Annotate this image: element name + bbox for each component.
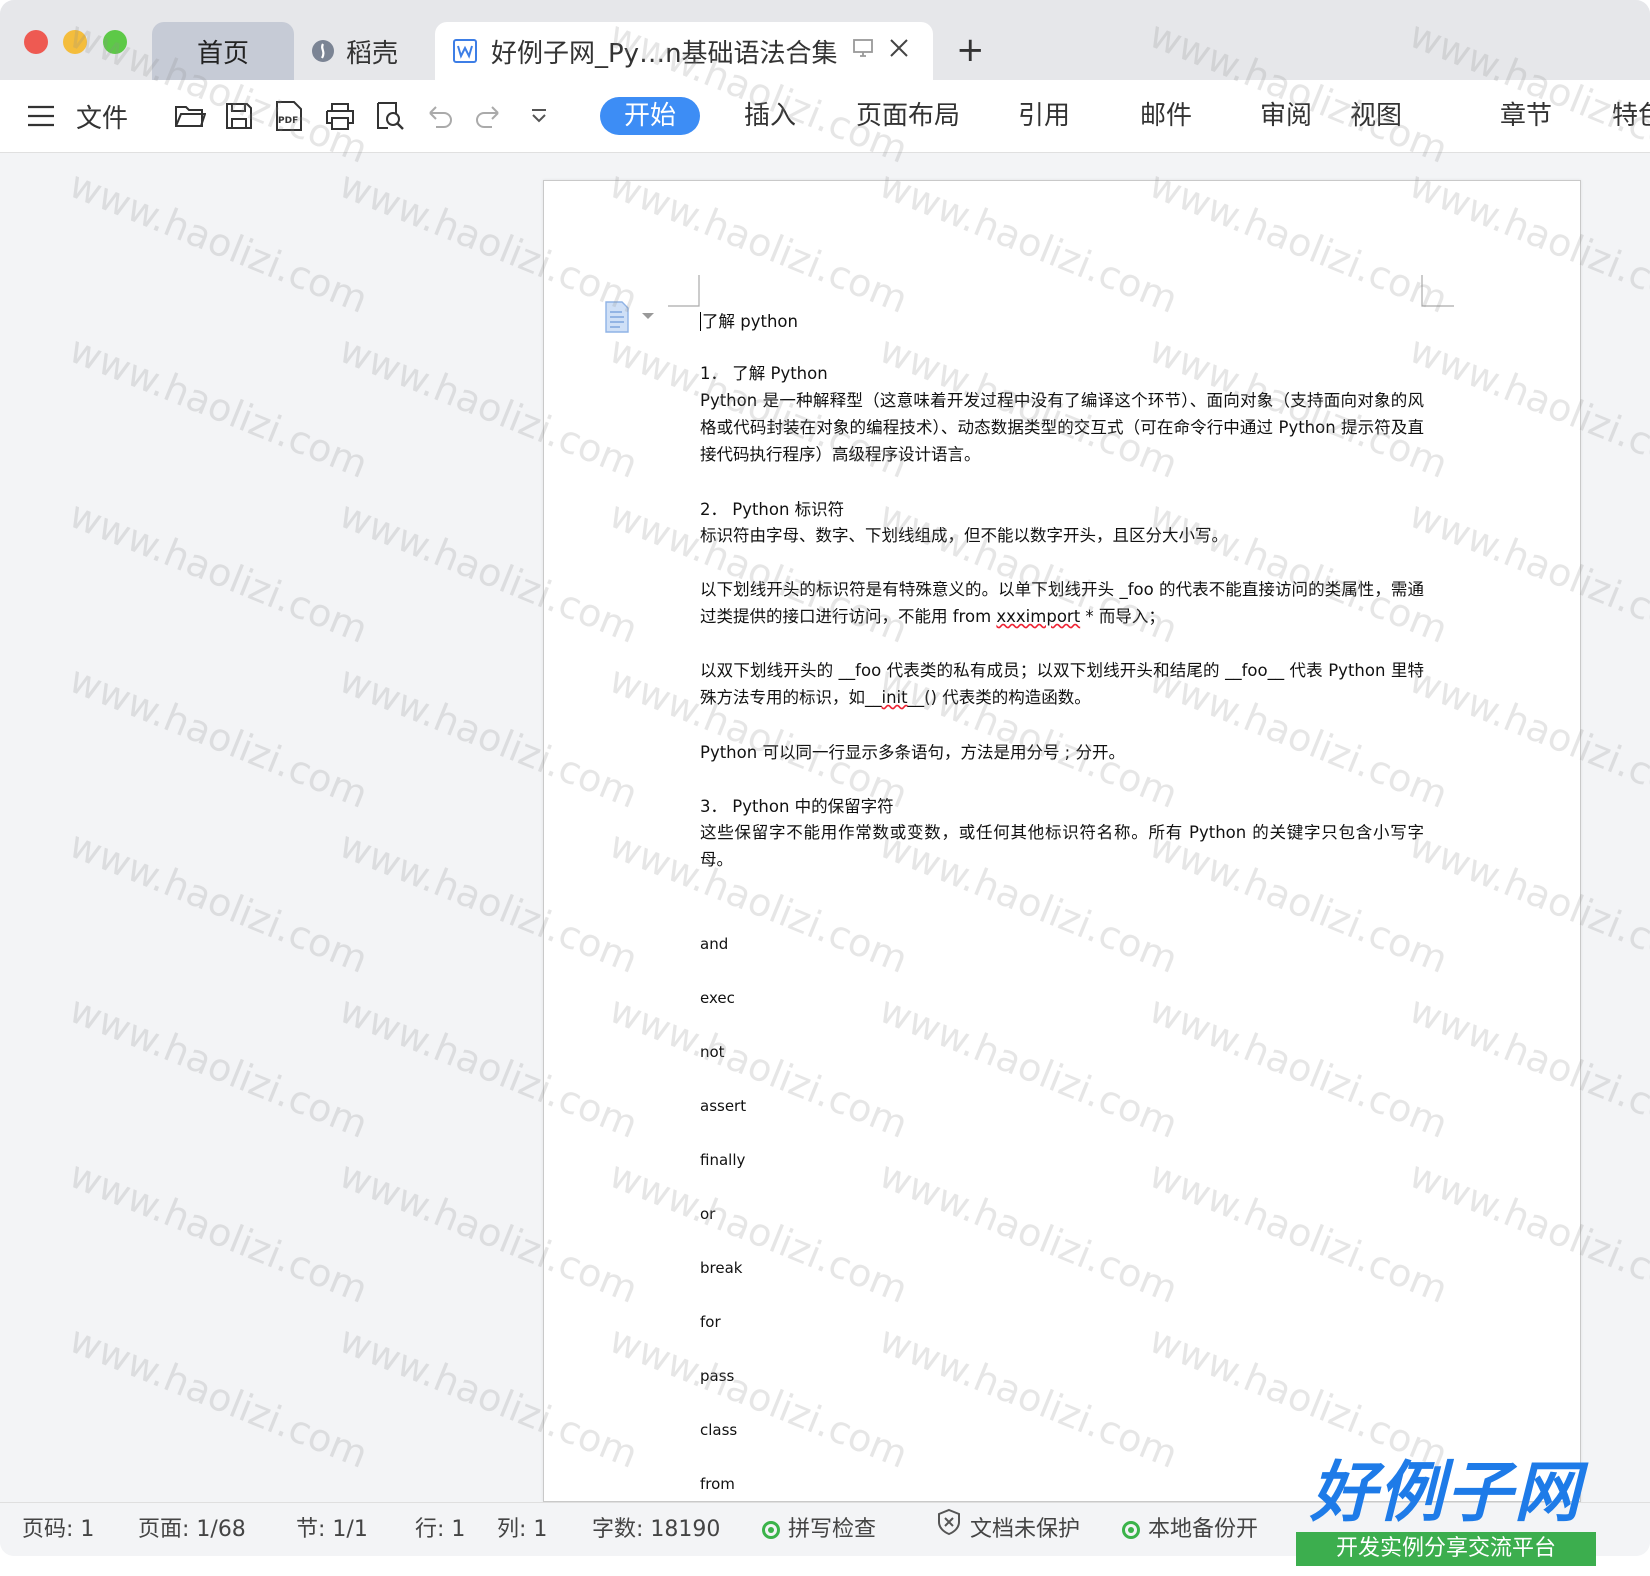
- spell-check-label: 拼写检查: [788, 1517, 877, 1542]
- section-1-body: Python 是一种解释型（这意味着开发过程中没有了编译这个环节）、面向对象（支…: [700, 391, 1424, 464]
- spell-check-status-icon: [762, 1521, 780, 1539]
- keyword-item: from: [700, 1475, 735, 1493]
- keyword-item: exec: [700, 989, 735, 1007]
- chevron-down-icon[interactable]: [528, 80, 550, 152]
- status-page-count[interactable]: 页面: 1/68: [138, 1503, 246, 1556]
- local-backup-label: 本地备份开: [1148, 1517, 1259, 1542]
- semicolon-paragraph: Python 可以同一行显示多条语句，方法是用分号 ; 分开。: [700, 743, 1125, 762]
- save-icon[interactable]: [224, 80, 254, 152]
- menu-tab-review[interactable]: 审阅: [1260, 97, 1312, 135]
- local-backup-toggle[interactable]: 本地备份开: [1122, 1503, 1258, 1556]
- logo-sub-text: 开发实例分享交流平台: [1296, 1532, 1596, 1566]
- export-pdf-icon[interactable]: PDF: [274, 80, 304, 152]
- margin-corner-top-left: [668, 275, 700, 307]
- section-3-body: 这些保留字不能用作常数或变数，或任何其他标识符名称。所有 Python 的关键字…: [700, 823, 1424, 869]
- margin-corner-top-right: [1421, 275, 1454, 307]
- watermark-text: www.haolizi.com: [63, 492, 375, 652]
- section-2-body: 标识符由字母、数字、下划线组成，但不能以数字开头，且区分大小写。: [700, 526, 1228, 545]
- menu-tab-special[interactable]: 特色: [1612, 97, 1650, 135]
- section-1-heading: 1． 了解 Python: [700, 364, 828, 383]
- menu-tab-mail[interactable]: 邮件: [1140, 97, 1192, 135]
- keyword-item: not: [700, 1043, 725, 1061]
- logo-main-text: 好例子网: [1310, 1454, 1582, 1531]
- close-window-button[interactable]: [24, 30, 48, 54]
- toolbar: 文件 PDF 开始 插入 页面布局 引用 邮件 审阅 视图 章节 特: [0, 80, 1650, 153]
- writer-doc-icon: [453, 39, 477, 63]
- keyword-item: assert: [700, 1097, 747, 1115]
- menu-tab-page-layout[interactable]: 页面布局: [856, 97, 960, 135]
- menu-tab-chapter[interactable]: 章节: [1500, 97, 1552, 135]
- svg-text:PDF: PDF: [278, 116, 298, 126]
- open-folder-icon[interactable]: [174, 80, 206, 152]
- menu-tab-insert[interactable]: 插入: [744, 97, 796, 135]
- watermark-text: www.haolizi.com: [63, 162, 375, 322]
- watermark-text: www.haolizi.com: [63, 327, 375, 487]
- keyword-item: pass: [700, 1367, 735, 1385]
- tab-document-label: 好例子网_Py…n基础语法合集: [491, 38, 838, 69]
- status-section[interactable]: 节: 1/1: [296, 1503, 368, 1556]
- status-page-number[interactable]: 页码: 1: [22, 1503, 94, 1556]
- tab-bar: 首页 稻壳 好例子网_Py…n基础语法合集 +: [0, 0, 1650, 80]
- tab-home[interactable]: 首页: [152, 22, 294, 80]
- keyword-item: class: [700, 1421, 738, 1439]
- tab-daoke[interactable]: 稻壳: [312, 22, 430, 80]
- spell-check-toggle[interactable]: 拼写检查: [762, 1503, 876, 1556]
- single-underscore-paragraph: 以下划线开头的标识符是有特殊意义的。以单下划线开头 _foo 的代表不能直接访问…: [700, 580, 1424, 626]
- status-word-count[interactable]: 字数: 18190: [592, 1503, 720, 1556]
- section-2-heading: 2． Python 标识符: [700, 500, 845, 519]
- shield-icon: [936, 1503, 962, 1556]
- file-menu[interactable]: 文件: [76, 80, 128, 152]
- tab-home-label: 首页: [196, 38, 249, 69]
- menu-tab-view[interactable]: 视图: [1350, 97, 1402, 135]
- status-column[interactable]: 列: 1: [497, 1503, 547, 1556]
- redo-icon[interactable]: [474, 80, 502, 152]
- keyword-item: finally: [700, 1151, 746, 1169]
- keyword-item: for: [700, 1313, 721, 1331]
- paragraph-layout-icon[interactable]: [604, 300, 656, 338]
- watermark-text: www.haolizi.com: [63, 987, 375, 1147]
- print-icon[interactable]: [324, 80, 356, 152]
- double-underscore-paragraph: 以双下划线开头的 __foo 代表类的私有成员；以双下划线开头和结尾的 __fo…: [700, 661, 1424, 707]
- watermark-text: www.haolizi.com: [63, 1152, 375, 1312]
- print-preview-icon[interactable]: [374, 80, 406, 152]
- new-tab-button[interactable]: +: [956, 30, 985, 70]
- minimize-window-button[interactable]: [63, 30, 87, 54]
- section-3-heading: 3． Python 中的保留字符: [700, 797, 894, 816]
- hamburger-menu-icon[interactable]: [26, 80, 56, 152]
- keyword-item: or: [700, 1205, 716, 1223]
- keyword-item: break: [700, 1259, 743, 1277]
- daoke-icon: [312, 40, 334, 62]
- tab-document[interactable]: 好例子网_Py…n基础语法合集: [435, 22, 933, 80]
- status-row[interactable]: 行: 1: [415, 1503, 465, 1556]
- watermark-text: www.haolizi.com: [63, 1317, 375, 1477]
- watermark-text: www.haolizi.com: [63, 822, 375, 982]
- document-protection-toggle[interactable]: 文档未保护: [936, 1503, 1080, 1556]
- menu-tab-start[interactable]: 开始: [600, 97, 701, 135]
- keyword-item: and: [700, 935, 729, 953]
- document-title: 了解 python: [700, 312, 798, 331]
- close-tab-icon[interactable]: [888, 36, 910, 66]
- app-window: 首页 稻壳 好例子网_Py…n基础语法合集 + 文件 PDF 开始 插入 页面布…: [0, 0, 1650, 1556]
- watermark-text: www.haolizi.com: [63, 657, 375, 817]
- menu-tab-references[interactable]: 引用: [1018, 97, 1070, 135]
- maximize-window-button[interactable]: [103, 30, 127, 54]
- document-protection-label: 文档未保护: [970, 1517, 1081, 1542]
- undo-icon[interactable]: [426, 80, 454, 152]
- monitor-icon[interactable]: [852, 36, 874, 66]
- backup-status-icon: [1122, 1521, 1140, 1539]
- haolizi-logo: 好例子网 开发实例分享交流平台: [1296, 1458, 1596, 1568]
- tab-daoke-label: 稻壳: [346, 38, 399, 69]
